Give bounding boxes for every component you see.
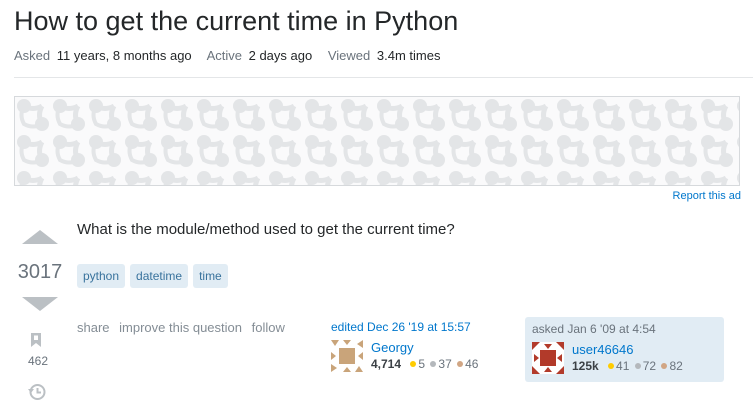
improve-question-link[interactable]: improve this question: [119, 320, 242, 335]
bookmark-icon[interactable]: [30, 332, 42, 348]
ad-placeholder[interactable]: [14, 96, 740, 186]
editor-silver-count: 37: [438, 357, 452, 371]
follow-link[interactable]: follow: [252, 320, 285, 335]
gold-badge-icon: [608, 363, 615, 370]
edited-timestamp-link[interactable]: edited Dec 26 '19 at 15:57: [331, 320, 511, 334]
editor-gold-count: 5: [418, 357, 426, 371]
asker-silver-count: 72: [642, 359, 657, 373]
bronze-badge-icon: [457, 361, 464, 368]
active-value[interactable]: 2 days ago: [249, 48, 313, 63]
tag-list: python datetime time: [77, 264, 228, 288]
tag-datetime[interactable]: datetime: [130, 264, 189, 288]
editor-stats: 4,714 5 37 46: [371, 357, 478, 371]
post-menu: share improve this question follow: [77, 320, 291, 335]
asked-value: 11 years, 8 months ago: [56, 48, 192, 63]
silver-badge-icon: [430, 361, 437, 368]
downvote-arrow-icon[interactable]: [22, 297, 58, 311]
question-meta: Asked 11 years, 8 months ago Active 2 da…: [14, 48, 452, 63]
vote-count: 3017: [17, 261, 63, 283]
share-link[interactable]: share: [77, 320, 110, 335]
active-label: Active: [206, 48, 242, 63]
asker-name-link[interactable]: user46646: [572, 342, 683, 357]
asker-bronze-count: 82: [669, 359, 683, 373]
editor-avatar[interactable]: [331, 340, 363, 372]
tag-time[interactable]: time: [193, 264, 228, 288]
ad-pattern-graphic: [15, 97, 739, 185]
asker-stats: 125k 41 72 82: [572, 359, 683, 373]
asked-label: Asked: [14, 48, 51, 63]
asker-gold-count: 41: [616, 359, 630, 373]
tag-python[interactable]: python: [77, 264, 126, 288]
asked-timestamp: asked Jan 6 '09 at 4:54: [532, 322, 656, 336]
question-title[interactable]: How to get the current time in Python: [14, 6, 458, 37]
history-icon[interactable]: [27, 382, 47, 402]
report-ad-link[interactable]: Report this ad: [673, 190, 741, 202]
viewed-value: 3.4m times: [376, 48, 441, 63]
header-divider: [14, 77, 753, 78]
favorite-count: 462: [27, 354, 49, 368]
bronze-badge-icon: [661, 363, 668, 370]
gold-badge-icon: [410, 361, 417, 368]
question-body: What is the module/method used to get th…: [77, 221, 455, 238]
asker-signature: asked Jan 6 '09 at 4:54 user46646 125k 4…: [525, 317, 724, 382]
silver-badge-icon: [634, 363, 641, 370]
asker-reputation: 125k: [572, 359, 599, 373]
viewed-label: Viewed: [327, 48, 371, 63]
asker-avatar[interactable]: [532, 342, 564, 374]
editor-bronze-count: 46: [465, 357, 479, 371]
editor-name-link[interactable]: Georgy: [371, 340, 478, 355]
upvote-arrow-icon[interactable]: [22, 230, 58, 244]
editor-reputation: 4,714: [371, 357, 402, 371]
editor-signature: edited Dec 26 '19 at 15:57 Georgy 4,714 …: [331, 320, 511, 372]
